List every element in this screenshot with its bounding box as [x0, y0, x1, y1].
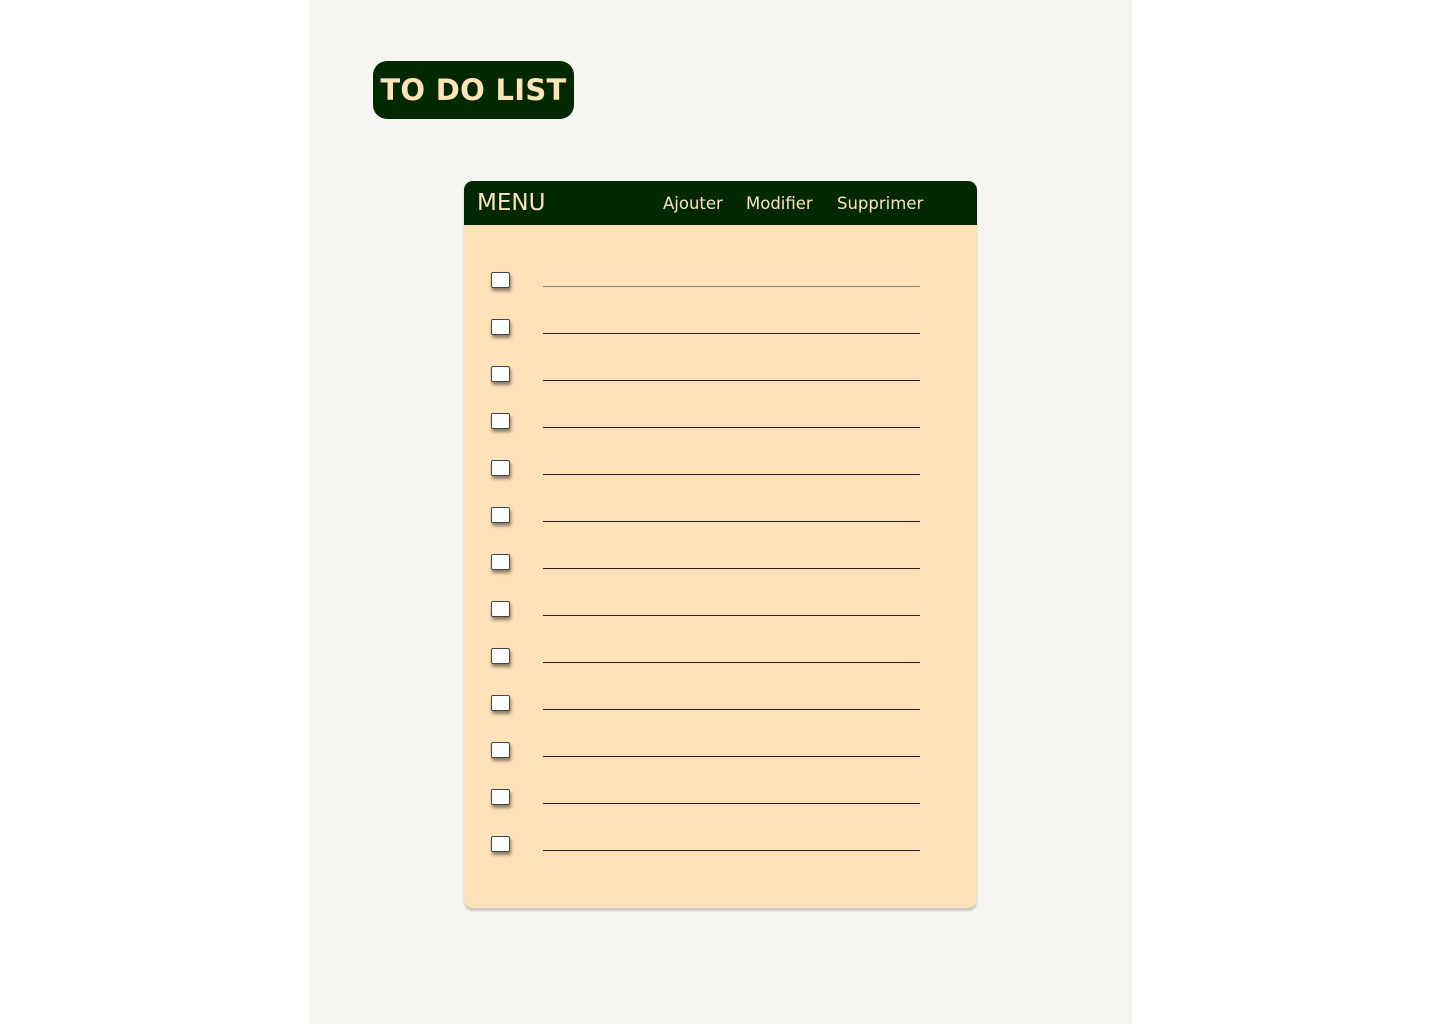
task-checkbox[interactable] [491, 554, 510, 570]
task-checkbox[interactable] [491, 272, 510, 288]
task-checkbox[interactable] [491, 460, 510, 476]
task-line-input[interactable] [543, 568, 920, 569]
task-line-input[interactable] [543, 427, 920, 428]
add-button[interactable]: Ajouter [663, 194, 723, 214]
task-line-input[interactable] [543, 662, 920, 663]
task-row [464, 460, 977, 507]
page-title: TO DO LIST [380, 73, 567, 107]
task-checkbox[interactable] [491, 366, 510, 382]
task-row [464, 742, 977, 789]
task-row [464, 648, 977, 695]
task-checkbox[interactable] [491, 836, 510, 852]
task-line-input[interactable] [543, 850, 920, 851]
task-row [464, 366, 977, 413]
task-row [464, 601, 977, 648]
task-line-input[interactable] [543, 380, 920, 381]
edit-button[interactable]: Modifier [746, 194, 813, 214]
task-row [464, 272, 977, 319]
title-badge: TO DO LIST [373, 61, 574, 119]
task-row [464, 319, 977, 366]
task-row [464, 695, 977, 742]
menu-label: MENU [477, 190, 546, 216]
task-line-input[interactable] [543, 709, 920, 710]
task-checkbox[interactable] [491, 319, 510, 335]
task-row [464, 836, 977, 883]
menu-bar: MENU Ajouter Modifier Supprimer [464, 181, 977, 225]
task-line-input[interactable] [543, 803, 920, 804]
task-checkbox[interactable] [491, 695, 510, 711]
task-checkbox[interactable] [491, 648, 510, 664]
task-line-input[interactable] [543, 286, 920, 287]
task-line-input[interactable] [543, 474, 920, 475]
task-row [464, 413, 977, 460]
task-row [464, 554, 977, 601]
task-line-input[interactable] [543, 333, 920, 334]
task-checkbox[interactable] [491, 413, 510, 429]
task-line-input[interactable] [543, 521, 920, 522]
task-row [464, 789, 977, 836]
task-checkbox[interactable] [491, 507, 510, 523]
task-checkbox[interactable] [491, 742, 510, 758]
task-row [464, 507, 977, 554]
task-line-input[interactable] [543, 756, 920, 757]
task-line-input[interactable] [543, 615, 920, 616]
todo-card: MENU Ajouter Modifier Supprimer [464, 181, 977, 908]
task-checkbox[interactable] [491, 789, 510, 805]
task-checkbox[interactable] [491, 601, 510, 617]
delete-button[interactable]: Supprimer [837, 194, 923, 214]
